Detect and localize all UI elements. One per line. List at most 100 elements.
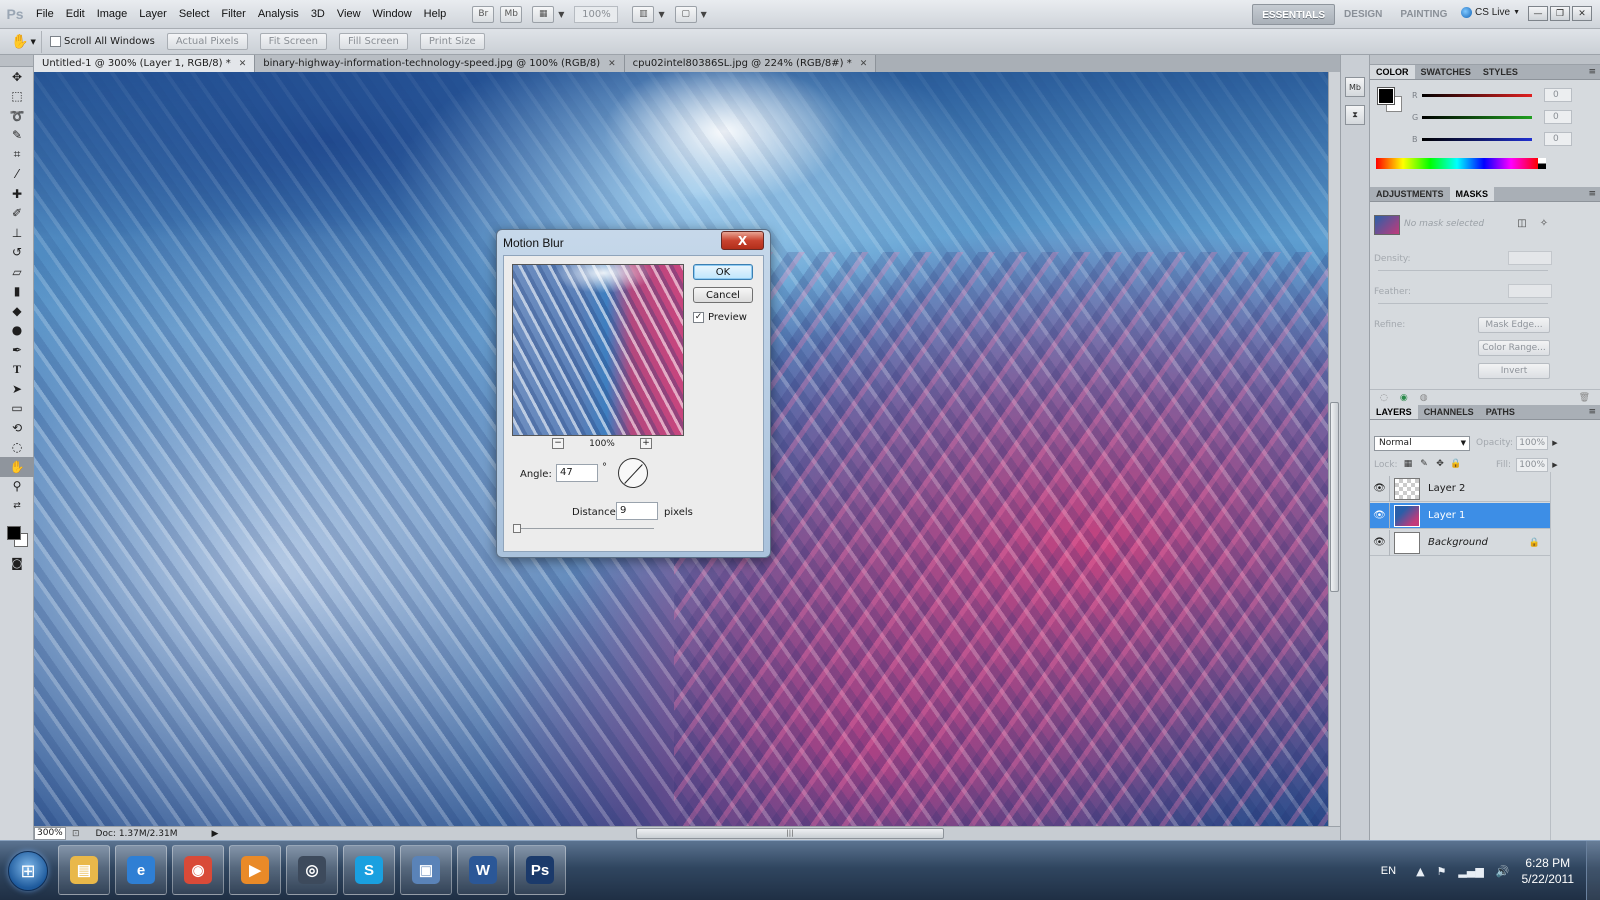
chevron-down-icon[interactable]: ▼ xyxy=(658,10,664,19)
status-menu-arrow-icon[interactable]: ▶ xyxy=(211,829,218,839)
color-spectrum-bar[interactable] xyxy=(1376,158,1538,169)
delete-mask-icon[interactable]: 🗑 xyxy=(1579,393,1590,403)
taskbar-app-chrome[interactable]: ◉ xyxy=(172,845,224,895)
tab-swatches[interactable]: SWATCHES xyxy=(1415,65,1477,79)
menu-view[interactable]: View xyxy=(331,8,367,20)
doc-tab-binary-highway[interactable]: binary-highway-information-technology-sp… xyxy=(255,55,625,72)
tab-paths[interactable]: PATHS xyxy=(1480,405,1521,419)
history-icon[interactable]: ⧗ xyxy=(1345,105,1365,125)
rectangle-tool-icon[interactable]: ▭ xyxy=(0,399,34,419)
fill-field[interactable]: 100% xyxy=(1516,458,1548,472)
menu-layer[interactable]: Layer xyxy=(133,8,173,20)
blue-slider[interactable] xyxy=(1422,137,1532,141)
print-size-button[interactable]: Print Size xyxy=(419,33,485,50)
fit-screen-button[interactable]: Fit Screen xyxy=(259,33,327,50)
action-center-icon[interactable]: ⚑ xyxy=(1437,865,1447,878)
cs-live-menu[interactable]: CS Live ▼ xyxy=(1461,7,1520,18)
taskbar-app-word[interactable]: W xyxy=(457,845,509,895)
fill-screen-button[interactable]: Fill Screen xyxy=(338,33,408,50)
angle-dial[interactable] xyxy=(618,458,648,488)
history-brush-tool-icon[interactable]: ↺ xyxy=(0,243,34,263)
panel-menu-icon[interactable]: ≡ xyxy=(1588,65,1600,79)
chevron-down-icon[interactable]: ▼ xyxy=(701,10,707,19)
green-value-field[interactable]: 0 xyxy=(1544,110,1572,124)
blur-tool-icon[interactable]: ◆ xyxy=(0,301,34,321)
invert-button[interactable]: Invert xyxy=(1478,363,1550,379)
type-tool-icon[interactable]: T xyxy=(0,360,34,380)
foreground-color-swatch[interactable] xyxy=(7,525,21,540)
visibility-eye-icon[interactable]: 👁 xyxy=(1370,529,1390,556)
black-white-swatch[interactable] xyxy=(1538,158,1546,169)
taskbar-app-photoshop[interactable]: Ps xyxy=(514,845,566,895)
quick-selection-tool-icon[interactable]: ✎ xyxy=(0,126,34,146)
close-icon[interactable]: ✕ xyxy=(239,59,247,69)
arrange-documents-icon[interactable]: ▥ xyxy=(632,5,655,23)
panel-menu-icon[interactable]: ≡ xyxy=(1588,405,1600,419)
restore-button[interactable]: ❐ xyxy=(1550,6,1570,21)
close-icon[interactable]: ✕ xyxy=(608,59,616,69)
angle-input[interactable]: 47 xyxy=(556,464,598,482)
lock-position-icon[interactable]: ✥ xyxy=(1434,458,1446,470)
scroll-all-windows-option[interactable]: Scroll All Windows xyxy=(50,36,155,47)
tab-adjustments[interactable]: ADJUSTMENTS xyxy=(1370,187,1450,201)
distance-input[interactable]: 9 xyxy=(616,502,658,520)
network-signal-icon[interactable]: ▂▄▆ xyxy=(1458,865,1483,878)
layer-row-background[interactable]: 👁 Background 🔒 xyxy=(1370,529,1550,556)
eyedropper-tool-icon[interactable]: ⁄ xyxy=(0,165,34,185)
launch-bridge-icon[interactable]: Br xyxy=(472,5,495,23)
preview-option[interactable]: ✓ Preview xyxy=(693,312,747,323)
workspace-essentials[interactable]: ESSENTIALS xyxy=(1252,4,1336,25)
fill-slider-arrow-icon[interactable]: ▶ xyxy=(1550,458,1560,472)
clone-stamp-tool-icon[interactable]: ⊥ xyxy=(0,223,34,243)
layer-row-layer-1[interactable]: 👁 Layer 1 xyxy=(1370,502,1550,529)
zoom-out-button[interactable]: − xyxy=(552,438,564,449)
filter-preview[interactable] xyxy=(512,264,684,436)
close-icon[interactable]: ✕ xyxy=(860,59,868,69)
tab-masks[interactable]: MASKS xyxy=(1449,187,1495,201)
pen-tool-icon[interactable]: ✒ xyxy=(0,340,34,360)
status-info-icon[interactable]: ⊡ xyxy=(72,829,80,839)
menu-image[interactable]: Image xyxy=(91,8,134,20)
tool-preset-picker[interactable]: ✋ ▼ xyxy=(6,30,42,53)
start-button[interactable]: ⊞ xyxy=(8,851,48,891)
add-vector-mask-icon[interactable]: ✧ xyxy=(1536,215,1552,231)
horizontal-scroll-thumb[interactable]: ||| xyxy=(636,828,944,839)
menu-help[interactable]: Help xyxy=(418,8,453,20)
lock-image-pixels-icon[interactable]: ✎ xyxy=(1418,458,1430,470)
red-slider[interactable] xyxy=(1422,93,1532,97)
close-window-button[interactable]: ✕ xyxy=(1572,6,1592,21)
language-indicator[interactable]: EN xyxy=(1381,865,1396,877)
menu-window[interactable]: Window xyxy=(367,8,418,20)
menu-select[interactable]: Select xyxy=(173,8,216,20)
green-slider[interactable] xyxy=(1422,115,1532,119)
move-tool-icon[interactable]: ✥ xyxy=(0,67,34,87)
3d-orbit-tool-icon[interactable]: ◌ xyxy=(0,438,34,458)
launch-mini-bridge-icon[interactable]: Mb xyxy=(500,5,523,23)
zoom-tool-icon[interactable]: ⚲ xyxy=(0,477,34,497)
show-hidden-icons-icon[interactable]: ▲ xyxy=(1416,865,1424,878)
marquee-tool-icon[interactable]: ⬚ xyxy=(0,87,34,107)
layer-row-layer-2[interactable]: 👁 Layer 2 xyxy=(1370,475,1550,502)
panel-dock-grip[interactable] xyxy=(1370,55,1600,65)
mask-edge-button[interactable]: Mask Edge... xyxy=(1478,317,1550,333)
load-selection-icon[interactable]: ◌ xyxy=(1380,393,1388,403)
panel-menu-icon[interactable]: ≡ xyxy=(1588,187,1600,201)
blue-value-field[interactable]: 0 xyxy=(1544,132,1572,146)
screen-mode-icon[interactable]: ▢ xyxy=(674,5,697,23)
menu-filter[interactable]: Filter xyxy=(215,8,251,20)
distance-slider[interactable] xyxy=(512,524,654,533)
tab-styles[interactable]: STYLES xyxy=(1477,65,1524,79)
workspace-painting[interactable]: PAINTING xyxy=(1391,4,1456,25)
lock-transparent-pixels-icon[interactable]: ▦ xyxy=(1402,458,1414,470)
quick-mask-icon[interactable]: ◙ xyxy=(0,554,34,574)
view-extras-icon[interactable]: ▦ xyxy=(532,5,555,23)
doc-tab-untitled-1[interactable]: Untitled-1 @ 300% (Layer 1, RGB/8) * ✕ xyxy=(34,55,256,72)
clock[interactable]: 6:28 PM 5/22/2011 xyxy=(1522,855,1575,887)
3d-rotate-tool-icon[interactable]: ⟲ xyxy=(0,418,34,438)
zoom-in-button[interactable]: + xyxy=(639,438,652,449)
gradient-tool-icon[interactable]: ▮ xyxy=(0,282,34,302)
tab-layers[interactable]: LAYERS xyxy=(1370,405,1418,419)
blend-mode-select[interactable]: Normal ▼ xyxy=(1374,436,1470,451)
tab-color[interactable]: COLOR xyxy=(1370,65,1415,79)
visibility-eye-icon[interactable]: 👁 xyxy=(1370,475,1390,502)
